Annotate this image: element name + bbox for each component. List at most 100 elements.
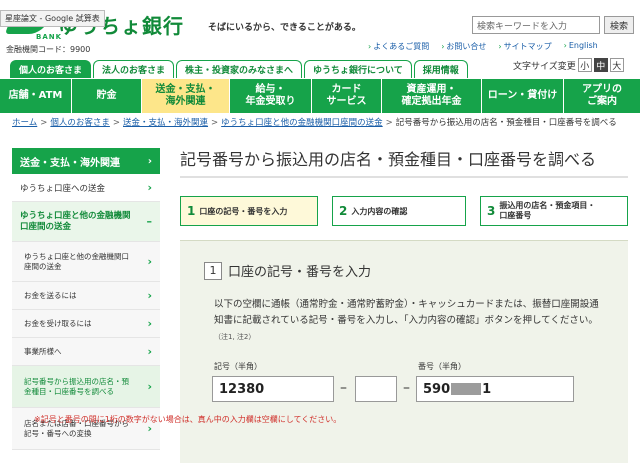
audience-tabs: 個人のお客さま 法人のお客さま 株主・投資家のみなさまへ ゆうちょ銀行について …: [10, 60, 468, 78]
breadcrumb: ホーム > 個人のお客さま > 送金・支払・海外関連 > ゆうちょ口座と他の金融機関口座間の…: [12, 117, 632, 129]
font-size-switcher: 文字サイズ変更 小 中 大: [513, 58, 624, 72]
contact-link[interactable]: › お問い合せ: [441, 41, 486, 52]
nav-loans[interactable]: ローン・貸付け: [482, 79, 564, 113]
sidebar-item-yucho-transfer[interactable]: ゆうちょ口座への送金 ›: [12, 174, 160, 202]
utility-links: › よくあるご質問 › お問い合せ › サイトマップ › English: [368, 41, 598, 52]
arrow-icon: ›: [563, 41, 567, 50]
chevron-right-icon: ›: [147, 255, 152, 268]
tagline: そばにいるから、できることがある。: [208, 23, 361, 33]
sidebar-subitem-interbank[interactable]: ゆうちょ口座と他の金融機関口座間の送金 ›: [12, 242, 160, 282]
nav-card-services[interactable]: カード サービス: [312, 79, 382, 113]
panel-heading: 1 口座の記号・番号を入力: [204, 261, 371, 280]
chevron-right-icon: ›: [147, 380, 152, 393]
nav-stores-atm[interactable]: 店舗・ATM: [0, 79, 72, 113]
sidebar-subitem-lookup[interactable]: 記号番号から振込用の店名・預金種目・口座番号を調べる ›: [12, 366, 160, 408]
breadcrumb-home[interactable]: ホーム: [12, 118, 37, 128]
step-1: 1 口座の記号・番号を入力: [180, 196, 318, 226]
page-title: 記号番号から振込用の店名・預金種目・口座番号を調べる: [180, 150, 597, 169]
description-note: （注1, 注2）: [214, 333, 256, 341]
kigo-input[interactable]: 12380: [212, 376, 334, 402]
collapse-icon: –: [146, 215, 153, 228]
tab-corporate[interactable]: 法人のお客さま: [93, 60, 175, 78]
title-divider: [180, 176, 628, 178]
step-label: 口座の記号・番号を入力: [199, 206, 288, 216]
sidebar-item-label: ゆうちょ口座への送金: [20, 183, 106, 194]
chevron-right-icon: ›: [147, 155, 152, 167]
step-label: 振込用の店名・預金項目・ 口座番号: [499, 201, 596, 220]
sitemap-link[interactable]: › サイトマップ: [498, 41, 551, 52]
font-size-small-button[interactable]: 小: [577, 58, 592, 72]
sidebar-item-label: お金を送るには: [24, 291, 77, 300]
sidebar-item-label: 記号番号から振込用の店名・預金種目・口座番号を調べる: [24, 376, 129, 396]
font-size-label: 文字サイズ変更: [513, 61, 576, 72]
sidebar-header-label: 送金・支払・海外関連: [20, 157, 120, 169]
sidebar-item-label: ゆうちょ口座と他の金融機関口座間の送金: [24, 251, 129, 271]
separator-dash: –: [340, 380, 347, 396]
breadcrumb-remittance[interactable]: 送金・支払・海外関連: [123, 118, 208, 128]
english-link[interactable]: › English: [564, 41, 598, 52]
step-indicator: 1 口座の記号・番号を入力 2 入力内容の確認 3 振込用の店名・預金項目・ 口…: [180, 196, 628, 226]
browser-overlay-badge: 星座論文 - Google 試算表: [0, 10, 105, 27]
step-number: 1: [187, 204, 196, 218]
redaction-mask: [451, 383, 482, 395]
step-number: 2: [339, 204, 348, 218]
step-number: 3: [487, 204, 496, 218]
step-3: 3 振込用の店名・預金項目・ 口座番号: [480, 196, 628, 226]
arrow-icon: ›: [441, 42, 445, 51]
sidebar-subitem-send[interactable]: お金を送るには ›: [12, 282, 160, 310]
panel-title: 口座の記号・番号を入力: [228, 265, 372, 280]
global-nav: 店舗・ATM 貯金 送金・支払・ 海外関連 給与・ 年金受取り カード サービス…: [0, 79, 640, 113]
breadcrumb-separator: >: [211, 118, 219, 128]
bango-suffix: 1: [482, 381, 492, 397]
faq-link[interactable]: › よくあるご質問: [368, 41, 429, 52]
breadcrumb-separator: >: [385, 118, 393, 128]
breadcrumb-personal[interactable]: 個人のお客さま: [50, 118, 110, 128]
breadcrumb-interbank[interactable]: ゆうちょ口座と他の金融機関口座間の送金: [221, 118, 383, 128]
breadcrumb-separator: >: [40, 118, 48, 128]
bango-label: 番号（半角）: [418, 362, 466, 371]
chevron-right-icon: ›: [147, 317, 152, 330]
warning-note: ※記号と番号の間に1桁の数字がない場合は、真ん中の入力欄は空欄にしてください。: [34, 415, 342, 424]
kigo-label: 記号（半角）: [214, 362, 262, 371]
nav-remittance[interactable]: 送金・支払・ 海外関連: [142, 79, 230, 113]
middle-digit-input[interactable]: [355, 376, 397, 402]
arrow-icon: ›: [498, 42, 502, 51]
bango-input[interactable]: 590 1: [416, 376, 574, 402]
panel-number: 1: [204, 261, 222, 280]
font-size-medium-button[interactable]: 中: [593, 58, 608, 72]
bank-code: 金融機関コード：9900: [6, 45, 91, 54]
sidebar-subitem-receive[interactable]: お金を受け取るには ›: [12, 310, 160, 338]
breadcrumb-current: 記号番号から振込用の店名・預金種目・口座番号を調べる: [395, 118, 617, 128]
nav-asset-management[interactable]: 資産運用・ 確定拠出年金: [382, 79, 482, 113]
bango-prefix: 590: [423, 381, 451, 397]
sidebar-item-interbank[interactable]: ゆうちょ口座と他の金融機関口座間の送金 –: [12, 202, 160, 242]
arrow-icon: ›: [368, 42, 372, 51]
sidebar-header[interactable]: 送金・支払・海外関連 ›: [12, 148, 160, 174]
chevron-right-icon: ›: [147, 289, 152, 302]
chevron-right-icon: ›: [147, 181, 152, 194]
separator-dash: –: [403, 380, 410, 396]
step-label: 入力内容の確認: [351, 206, 408, 216]
description-text: 以下の空欄に通帳（通常貯金・通常貯蓄貯金）・キャッシュカードまたは、振替口座開設…: [214, 299, 599, 326]
nav-savings[interactable]: 貯金: [72, 79, 142, 113]
tab-recruit[interactable]: 採用情報: [413, 60, 468, 78]
nav-salary-pension[interactable]: 給与・ 年金受取り: [230, 79, 312, 113]
search-input[interactable]: 検索キーワードを入力: [472, 16, 600, 34]
step-2: 2 入力内容の確認: [332, 196, 466, 226]
tab-investors[interactable]: 株主・投資家のみなさまへ: [176, 60, 303, 78]
breadcrumb-separator: >: [112, 118, 121, 128]
sidebar-subitem-business[interactable]: 事業所様へ ›: [12, 338, 160, 366]
site-header: BANK ゆうちょ銀行 星座論文 - Google 試算表 そばにいるから、でき…: [0, 0, 640, 60]
tab-personal[interactable]: 個人のお客さま: [10, 60, 92, 78]
tab-about[interactable]: ゆうちょ銀行について: [304, 60, 412, 78]
nav-app-guide[interactable]: アプリの ご案内: [564, 79, 640, 113]
input-panel: 1 口座の記号・番号を入力 以下の空欄に通帳（通常貯金・通常貯蓄貯金）・キャッシ…: [180, 240, 628, 463]
search-button[interactable]: 検索: [604, 16, 634, 34]
font-size-large-button[interactable]: 大: [609, 58, 624, 72]
sidebar-item-label: 事業所様へ: [24, 347, 62, 356]
sidebar: 送金・支払・海外関連 › ゆうちょ口座への送金 › ゆうちょ口座と他の金融機関口…: [12, 148, 160, 450]
chevron-right-icon: ›: [147, 345, 152, 358]
panel-description: 以下の空欄に通帳（通常貯金・通常貯蓄貯金）・キャッシュカードまたは、振替口座開設…: [214, 297, 604, 345]
sidebar-item-label: ゆうちょ口座と他の金融機関口座間の送金: [20, 210, 131, 232]
sidebar-item-label: お金を受け取るには: [24, 319, 92, 328]
